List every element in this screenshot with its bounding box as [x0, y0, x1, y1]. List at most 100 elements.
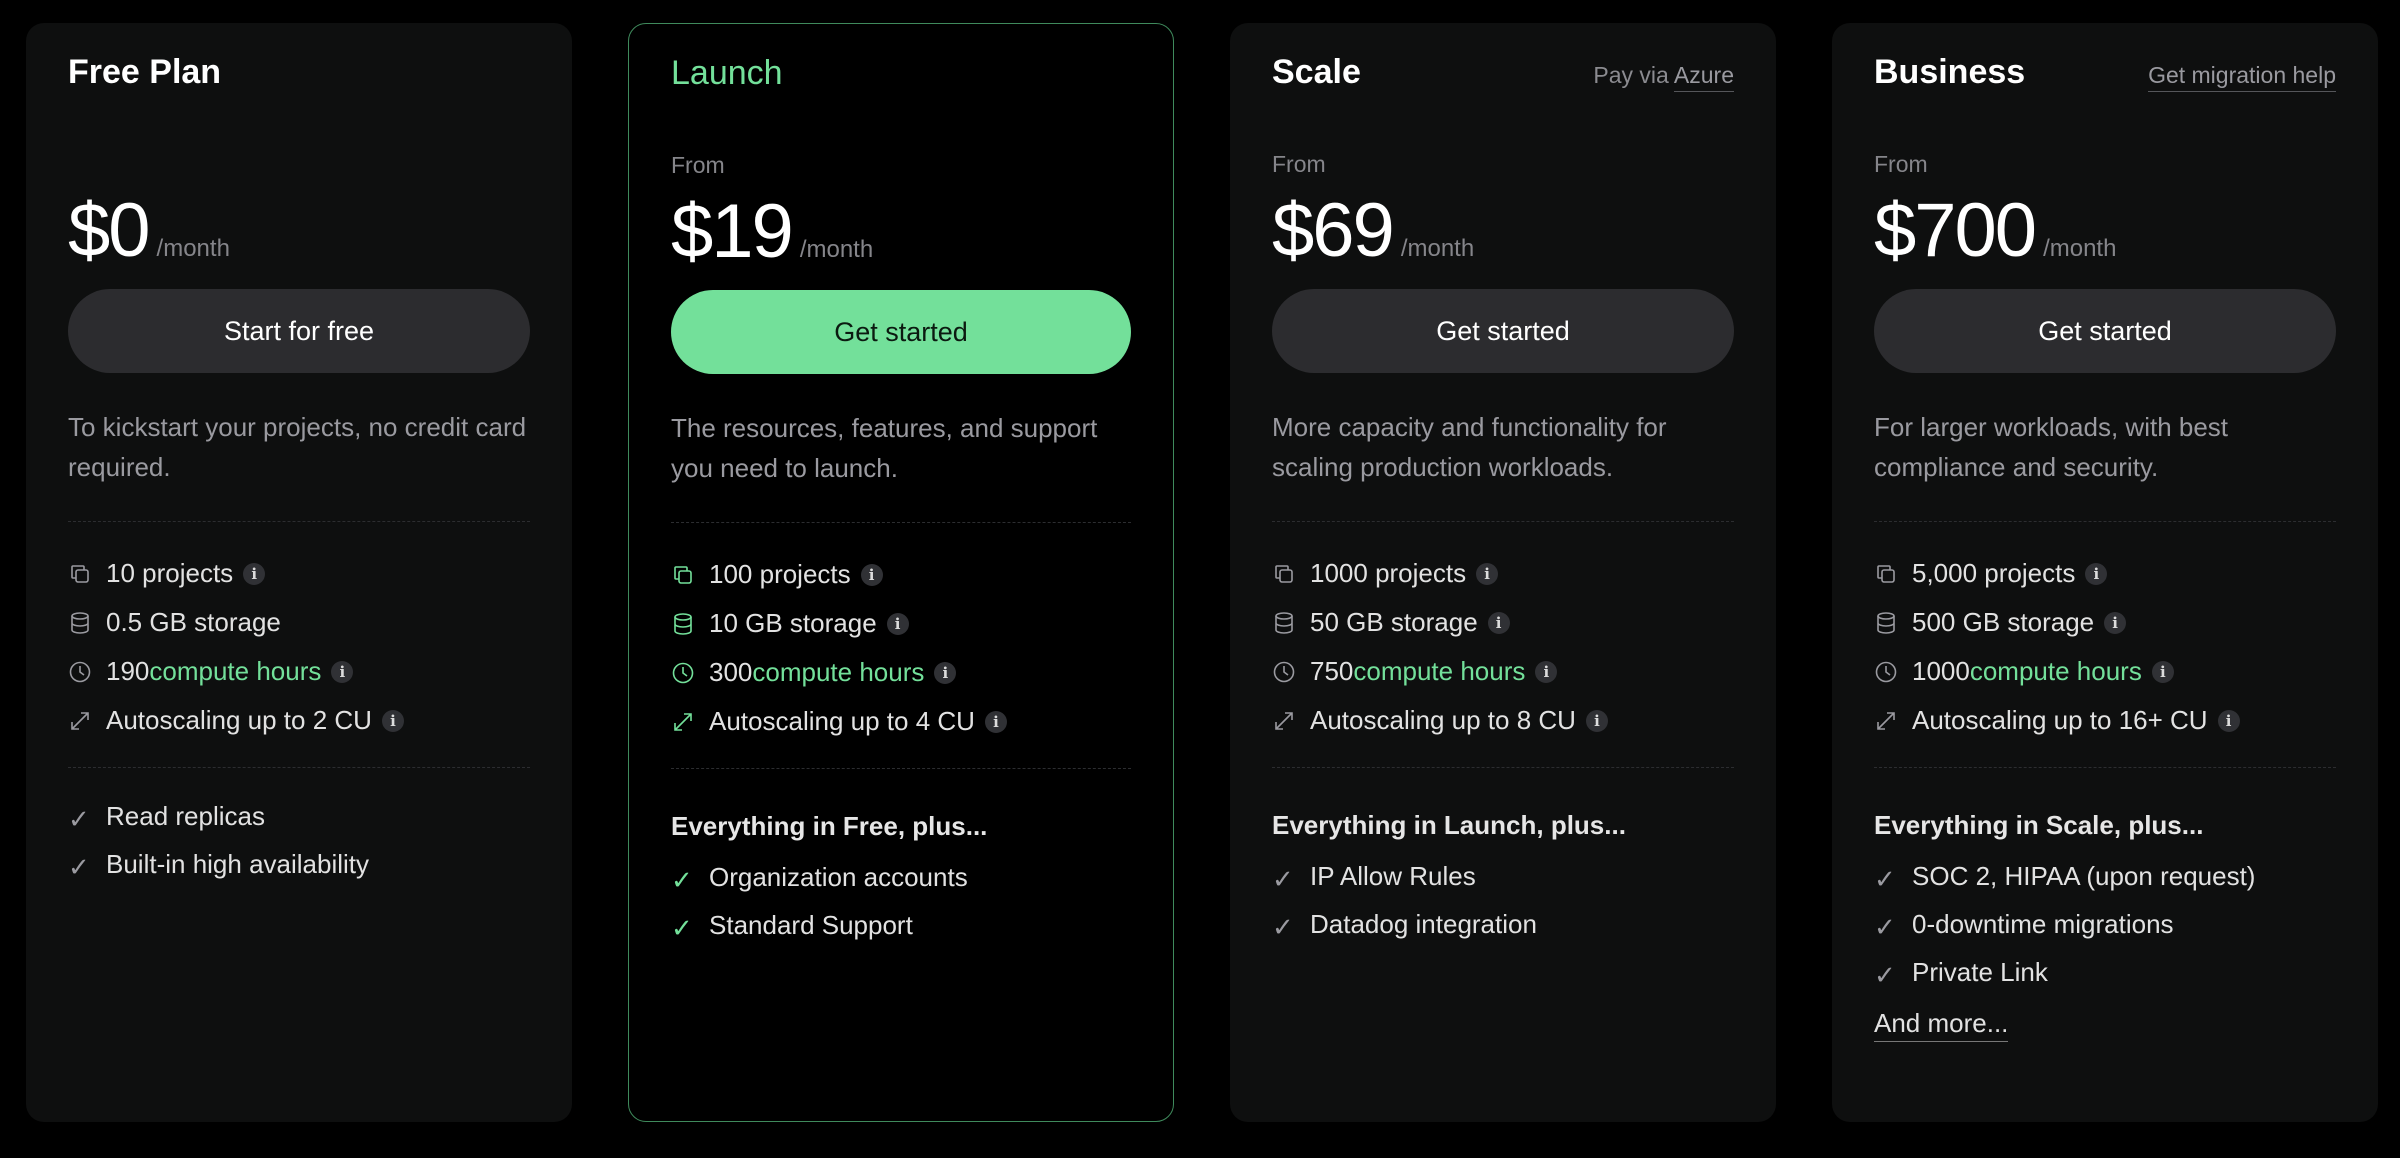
feature-text: 300 — [709, 657, 753, 687]
compute-hours-link[interactable]: compute hours — [149, 656, 321, 687]
database-icon — [68, 611, 92, 635]
copy-icon — [68, 562, 92, 586]
plan-title: Scale — [1272, 53, 1361, 91]
feature-item: 50 GB storage i — [1272, 598, 1734, 647]
divider — [68, 767, 530, 768]
feature-item: 0.5 GB storage — [68, 598, 530, 647]
check-icon: ✓ — [1874, 960, 1896, 990]
database-icon — [671, 612, 695, 636]
plan-card-free-plan: Free Plan $0/month Start for free To kic… — [26, 23, 572, 1122]
copy-icon — [671, 563, 695, 587]
check-icon: ✓ — [1272, 864, 1294, 894]
price-period: /month — [1400, 235, 1475, 262]
feature-item: 10 projects i — [68, 549, 530, 598]
info-icon[interactable]: i — [1487, 611, 1510, 634]
divider — [1272, 767, 1734, 768]
included-text: 0-downtime migrations — [1912, 908, 2174, 939]
included-text: Read replicas — [106, 800, 265, 831]
feature-text: 500 GB storage — [1912, 607, 2095, 637]
info-icon[interactable]: i — [1535, 660, 1558, 683]
database-icon — [1272, 611, 1296, 635]
clock-icon — [1874, 660, 1898, 684]
plan-title: Free Plan — [68, 53, 222, 91]
price-from-label: From — [671, 152, 725, 178]
info-icon[interactable]: i — [2104, 611, 2127, 634]
feature-text: 1000 — [1912, 656, 1970, 686]
side-prefix: Pay via — [1593, 62, 1674, 88]
info-icon[interactable]: i — [381, 709, 404, 732]
plan-cta-button[interactable]: Start for free — [68, 289, 530, 373]
feature-item: 5,000 projects i — [1874, 549, 2336, 598]
price-period: /month — [799, 236, 874, 263]
plan-card-business: Business Get migration help From $700/mont… — [1832, 23, 2378, 1122]
price-amount: $700 — [1874, 188, 2037, 273]
included-text: Built-in high availability — [106, 848, 370, 879]
expand-icon — [1874, 709, 1898, 733]
compute-hours-link[interactable]: compute hours — [1970, 656, 2142, 687]
info-icon[interactable]: i — [886, 612, 909, 635]
feature-text: 1000 projects — [1310, 558, 1467, 588]
info-icon[interactable]: i — [934, 661, 957, 684]
info-icon[interactable]: i — [1476, 562, 1499, 585]
check-icon: ✓ — [68, 804, 90, 834]
feature-item: 1000 compute hours i — [1874, 647, 2336, 696]
database-icon — [1874, 611, 1898, 635]
included-item: ✓ Read replicas — [68, 792, 530, 840]
check-icon: ✓ — [671, 913, 693, 943]
info-icon[interactable]: i — [2151, 660, 2174, 683]
feature-item: 750 compute hours i — [1272, 647, 1734, 696]
side-link[interactable]: Get migration help — [2148, 62, 2336, 92]
included-item: ✓ Standard Support — [671, 901, 1131, 949]
info-icon[interactable]: i — [860, 563, 883, 586]
divider — [1272, 521, 1734, 522]
feature-item: Autoscaling up to 4 CU i — [671, 697, 1131, 746]
price-from-label — [68, 151, 530, 187]
plan-description: For larger workloads, with best complian… — [1874, 412, 2229, 482]
included-text: Datadog integration — [1310, 908, 1537, 939]
check-icon: ✓ — [1272, 912, 1294, 942]
plan-title: Launch — [671, 54, 783, 92]
compute-hours-link[interactable]: compute hours — [1353, 656, 1525, 687]
price-from-label: From — [1272, 151, 1326, 177]
plan-side-note: Pay via Azure — [1593, 62, 1734, 92]
feature-text: 50 GB storage — [1310, 607, 1478, 637]
expand-icon — [68, 709, 92, 733]
and-more-link[interactable]: And more... — [1874, 1008, 2009, 1042]
feature-item: Autoscaling up to 2 CU i — [68, 696, 530, 745]
plan-cta-button[interactable]: Get started — [1272, 289, 1734, 373]
feature-text: Autoscaling up to 8 CU — [1310, 705, 1576, 735]
check-icon: ✓ — [68, 852, 90, 882]
feature-text: 100 projects — [709, 559, 851, 589]
feature-text: 5,000 projects — [1912, 558, 2076, 588]
price-period: /month — [2043, 235, 2117, 262]
feature-text: Autoscaling up to 4 CU — [709, 706, 975, 736]
included-text: Private Link — [1912, 956, 2048, 987]
plan-description: To kickstart your projects, no credit ca… — [68, 412, 527, 482]
includes-heading: Everything in Scale, plus... — [1874, 809, 2204, 840]
plan-title: Business — [1874, 53, 2026, 91]
info-icon[interactable]: i — [331, 660, 354, 683]
compute-hours-link[interactable]: compute hours — [752, 657, 924, 688]
plan-description: More capacity and functionality for scal… — [1272, 412, 1667, 482]
info-icon[interactable]: i — [243, 562, 266, 585]
included-text: Standard Support — [709, 909, 913, 940]
check-icon: ✓ — [671, 865, 693, 895]
price-amount: $0 — [68, 188, 151, 273]
info-icon[interactable]: i — [984, 710, 1007, 733]
divider — [1874, 521, 2336, 522]
plan-cta-button[interactable]: Get started — [1874, 289, 2336, 373]
plan-cta-button[interactable]: Get started — [671, 290, 1131, 374]
clock-icon — [68, 660, 92, 684]
divider — [1874, 767, 2336, 768]
feature-text: Autoscaling up to 16+ CU — [1912, 705, 2208, 735]
info-icon[interactable]: i — [2085, 562, 2108, 585]
feature-text: 190 — [106, 656, 150, 686]
included-item: ✓ Built-in high availability — [68, 840, 530, 888]
plan-side-note: Get migration help — [2148, 62, 2336, 92]
feature-text: 750 — [1310, 656, 1354, 686]
plan-card-launch: Launch From $19/month Get started The res… — [628, 23, 1174, 1122]
info-icon[interactable]: i — [2217, 709, 2240, 732]
side-link[interactable]: Azure — [1673, 62, 1734, 92]
info-icon[interactable]: i — [1585, 709, 1608, 732]
included-text: Organization accounts — [709, 861, 968, 892]
